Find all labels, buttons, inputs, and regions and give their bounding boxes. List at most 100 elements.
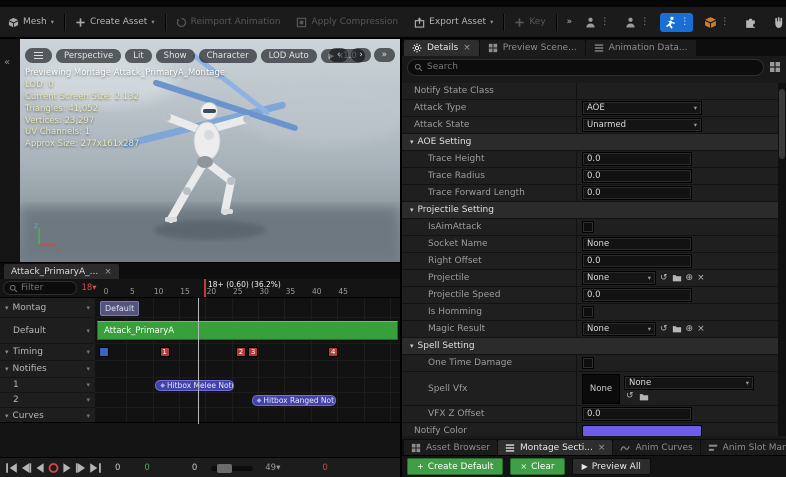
property-row-vfx-z-offset[interactable]: VFX Z Offset 0.0	[402, 406, 778, 423]
dropdown-attack-type[interactable]: AOE ▾	[582, 101, 702, 115]
track-lane-timing-track[interactable]: 1 23 4	[95, 344, 400, 361]
timing-marker-start[interactable]	[99, 347, 109, 357]
input-vfx-z-offset[interactable]: 0.0	[582, 407, 692, 421]
zoom-slider-thumb[interactable]	[217, 463, 233, 473]
track-options-icon[interactable]: ▾	[86, 381, 90, 389]
kebab-menu-icon[interactable]: ⋮	[640, 17, 649, 27]
track-lane-slot-track[interactable]: Attack_PrimaryA	[95, 318, 400, 344]
input-right-offset[interactable]: 0.0	[582, 254, 692, 268]
property-row-right-offset[interactable]: Right Offset 0.0	[402, 253, 778, 270]
notify-hitbox-melee-notif[interactable]: ◆ Hitbox Melee Notif	[155, 380, 235, 391]
expander-icon[interactable]: ▾	[5, 412, 9, 420]
property-row-spell-vfx[interactable]: Spell Vfx None None ▾ ↺	[402, 372, 778, 406]
kebab-menu-icon[interactable]: ⋮	[600, 17, 609, 27]
collapse-panel-button[interactable]: «	[4, 57, 10, 68]
close-icon[interactable]: ×	[104, 267, 112, 277]
dropdown-attack-state[interactable]: Unarmed ▾	[582, 118, 702, 132]
clear-icon[interactable]: ×	[697, 324, 705, 334]
browse-icon[interactable]	[672, 324, 682, 334]
transport-record-button[interactable]	[47, 462, 60, 474]
create-default-button[interactable]: + Create Default	[407, 458, 504, 475]
expander-icon[interactable]: ▾	[5, 365, 9, 373]
notify-hitbox-ranged-not[interactable]: ◆ Hitbox Ranged Not	[251, 395, 337, 406]
filter-input[interactable]: Filter	[3, 281, 77, 295]
transport-skip-last-button[interactable]	[89, 462, 102, 474]
create-asset-button[interactable]: Create Asset ▾	[67, 7, 163, 37]
property-row-projectile[interactable]: Projectile None ▾ ↺ ⊕ ×	[402, 270, 778, 287]
track-lane-montage-group[interactable]: Default	[95, 298, 400, 318]
asset-dropdown-projectile[interactable]: None ▾	[582, 271, 656, 285]
overflow-button[interactable]: »	[559, 7, 581, 37]
expander-icon[interactable]: ▾	[5, 348, 9, 356]
export-asset-button[interactable]: Export Asset ▾	[406, 7, 501, 37]
kebab-menu-icon[interactable]: ⋮	[680, 17, 689, 27]
property-row-is-homming[interactable]: Is Homming	[402, 304, 778, 321]
tab-asset-browser[interactable]: Asset Browser	[404, 440, 497, 456]
map-key-box[interactable]: None	[582, 373, 620, 404]
tab-attack-primarya[interactable]: Attack_PrimaryA_... ×	[4, 264, 119, 279]
details-scrollbar[interactable]	[778, 83, 786, 436]
track-options-icon[interactable]: ▾	[86, 396, 90, 404]
property-row-attack-type[interactable]: Attack Type AOE ▾	[402, 100, 778, 117]
property-row-attack-state[interactable]: Attack State Unarmed ▾	[402, 117, 778, 134]
transport-step-back-button[interactable]	[19, 462, 32, 474]
viewport-nav-button-1[interactable]: ›	[351, 48, 371, 62]
property-row-magic-result[interactable]: Magic Result None ▾ ↺ ⊕ ×	[402, 321, 778, 338]
timing-marker-2[interactable]: 2	[236, 347, 247, 357]
browse-icon[interactable]	[672, 273, 682, 283]
blueprint-mode-button[interactable]: ⋮	[700, 13, 733, 32]
expander-icon[interactable]: ▾	[5, 304, 9, 312]
transport-step-forward-button[interactable]	[75, 462, 88, 474]
add-icon[interactable]: ⊕	[686, 273, 694, 283]
key-button[interactable]: Key	[506, 7, 553, 37]
category-expander-icon[interactable]: ▾	[410, 206, 414, 214]
character-button[interactable]: Character	[198, 48, 257, 63]
property-row-isaimattack[interactable]: IsAimAttack	[402, 219, 778, 236]
close-icon[interactable]: ×	[463, 43, 471, 53]
tab-montage-secti[interactable]: Montage Secti... ×	[497, 440, 613, 456]
track-options-icon[interactable]: ▾	[86, 365, 90, 373]
transport-play-button[interactable]	[61, 462, 74, 474]
asset-dropdown-magic-result[interactable]: None ▾	[582, 322, 656, 336]
property-row-socket-name[interactable]: Socket Name None	[402, 236, 778, 253]
add-icon[interactable]: ⊕	[686, 324, 694, 334]
property-row-trace-height[interactable]: Trace Height 0.0	[402, 151, 778, 168]
clear-icon[interactable]: ×	[697, 273, 705, 283]
input-trace-forward-length[interactable]: 0.0	[582, 186, 692, 200]
timing-marker-1[interactable]: 1	[159, 347, 170, 357]
tab-anim-curves[interactable]: Anim Curves	[613, 440, 700, 456]
preview-all-button[interactable]: ▶ Preview All	[571, 458, 651, 475]
browse-icon[interactable]	[639, 392, 649, 402]
property-row-one-time-damage[interactable]: One Time Damage	[402, 355, 778, 372]
input-socket-name[interactable]: None	[582, 237, 692, 251]
input-trace-radius[interactable]: 0.0	[582, 169, 692, 183]
category-expander-icon[interactable]: ▾	[410, 342, 414, 350]
viewport-nav-button-0[interactable]: ‹	[328, 48, 349, 62]
property-row-trace-radius[interactable]: Trace Radius 0.0	[402, 168, 778, 185]
montage-segment[interactable]: Attack_PrimaryA	[97, 321, 398, 340]
mesh-mode-button[interactable]: ⋮	[620, 13, 653, 32]
track-label-timing-track[interactable]: ▾ Timing ▾	[0, 344, 95, 361]
tab-animation-data[interactable]: Animation Data...	[585, 40, 696, 56]
slot-name-chip[interactable]: Default	[100, 301, 140, 316]
checkbox-one-time-damage[interactable]	[582, 357, 594, 369]
track-options-icon[interactable]: ▾	[86, 348, 90, 356]
scrollbar-thumb[interactable]	[779, 89, 785, 159]
use-selected-icon[interactable]: ↺	[660, 273, 668, 283]
paint-button[interactable]	[768, 13, 786, 32]
lit-button[interactable]: Lit	[125, 48, 152, 63]
view-options-icon[interactable]	[769, 61, 781, 73]
timing-marker-3[interactable]: 3	[248, 347, 259, 357]
track-label-notify-track-1[interactable]: 1 ▾	[0, 378, 95, 393]
reimport-animation-button[interactable]: Reimport Animation	[168, 7, 289, 37]
timing-marker-4[interactable]: 4	[328, 347, 339, 357]
track-options-icon[interactable]: ▾	[86, 412, 90, 420]
clear-button[interactable]: × Clear	[510, 458, 565, 475]
property-row-projectile-setting[interactable]: ▾ Projectile Setting	[402, 202, 778, 219]
track-options-icon[interactable]: ▾	[86, 304, 90, 312]
track-label-slot-track[interactable]: Default ▾	[0, 318, 95, 344]
color-swatch[interactable]	[582, 425, 702, 436]
track-label-montage-group[interactable]: ▾ Montag ▾	[0, 298, 95, 318]
current-frame-badge[interactable]: 18▾	[77, 279, 101, 297]
category-expander-icon[interactable]: ▾	[410, 138, 414, 146]
